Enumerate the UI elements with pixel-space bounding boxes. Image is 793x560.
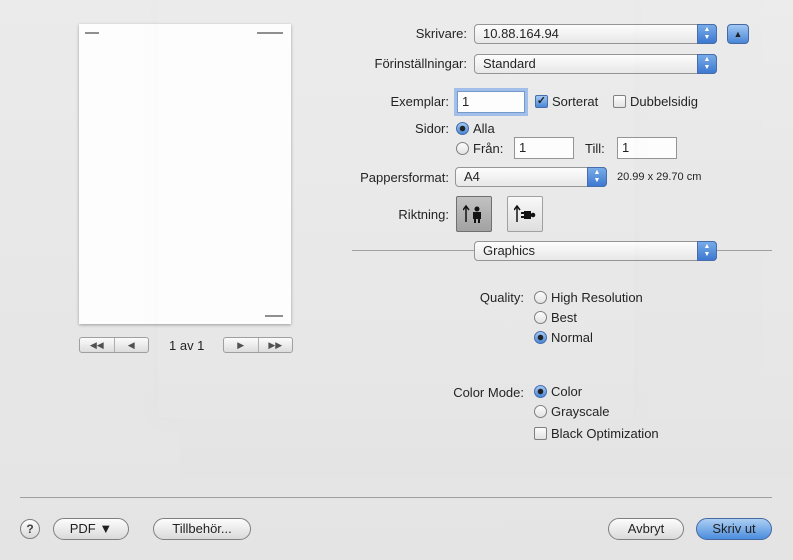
duplex-checkbox[interactable] [613,95,626,108]
preview-footer [265,315,283,317]
popup-arrows-icon: ▲ ▼ [697,24,717,44]
next-page-icon[interactable]: ▶ [224,338,258,352]
color-mode-color-radio[interactable] [534,385,547,398]
paper-size-popup[interactable]: A4 ▲ ▼ [455,167,607,187]
popup-arrows-icon: ▲ ▼ [697,54,717,74]
pages-to-label: Till: [585,141,605,156]
accessories-button[interactable]: Tillbehör... [153,518,251,540]
pages-from-field[interactable]: 1 [514,137,574,159]
collated-checkbox[interactable]: ✓ [535,95,548,108]
printer-label: Skrivare: [415,26,467,41]
color-mode-color-label: Color [551,384,583,399]
section-value: Graphics [483,243,536,258]
paper-size-value: A4 [464,169,480,184]
quality-best-label: Best [551,310,578,325]
collapse-details-button[interactable]: ▲ [727,24,749,44]
print-button[interactable]: Skriv ut [696,518,772,540]
cancel-button[interactable]: Avbryt [608,518,684,540]
landscape-button[interactable] [507,196,543,232]
quality-high-resolution-radio[interactable] [534,291,547,304]
color-mode-grayscale-label: Grayscale [551,404,610,419]
landscape-icon [514,204,536,222]
printer-popup[interactable]: 10.88.164.94 ▲ ▼ [474,24,717,44]
orientation-label: Riktning: [398,207,449,222]
preview-header-left [85,32,99,34]
quality-normal-label: Normal [551,330,593,345]
color-mode-label: Color Mode: [453,385,524,400]
duplex-label: Dubbelsidig [630,94,698,109]
pages-label: Sidor: [415,121,449,136]
preview-header-right [257,32,283,34]
presets-value: Standard [483,56,536,71]
presets-popup[interactable]: Standard ▲ ▼ [474,54,717,74]
copies-field[interactable]: 1 [457,91,525,113]
quality-high-resolution-label: High Resolution [551,290,643,305]
portrait-icon [463,204,481,223]
paper-dimensions: 20.99 x 29.70 cm [617,171,702,183]
preview-nav-back: ◀◀ ◀ [79,337,149,353]
pages-from-label: Från: [473,141,504,156]
color-mode-grayscale-radio[interactable] [534,405,547,418]
triangle-up-icon: ▲ [733,29,743,39]
first-page-icon[interactable]: ◀◀ [80,338,114,352]
page-preview [79,24,291,324]
pdf-menu-button[interactable]: PDF ▼ [53,518,129,540]
page-indicator: 1 av 1 [169,338,205,353]
pages-from-radio[interactable] [456,142,469,155]
print-dialog-sheet: ◀◀ ◀ 1 av 1 ▶ ▶▶ Skrivare: 10.88.164.94 … [0,0,793,560]
copies-label: Exemplar: [390,94,449,109]
collated-label: Sorterat [552,94,599,109]
popup-arrows-icon: ▲ ▼ [587,167,607,187]
black-optimization-label: Black Optimization [551,426,659,441]
preview-nav-forward: ▶ ▶▶ [223,337,293,353]
last-page-icon[interactable]: ▶▶ [257,338,293,352]
popup-arrows-icon: ▲ ▼ [697,241,717,261]
footer-separator [20,497,772,498]
quality-label: Quality: [479,290,524,305]
portrait-button[interactable] [456,196,492,232]
quality-best-radio[interactable] [534,311,547,324]
quality-normal-radio[interactable] [534,331,547,344]
printer-value: 10.88.164.94 [483,26,559,41]
pages-all-radio[interactable] [456,122,469,135]
pages-to-field[interactable]: 1 [617,137,677,159]
section-popup[interactable]: Graphics ▲ ▼ [474,241,717,261]
paper-size-label: Pappersformat: [360,170,449,185]
help-button[interactable]: ? [20,519,40,539]
prev-page-icon[interactable]: ◀ [113,338,149,352]
pages-all-label: Alla [473,121,495,136]
black-optimization-checkbox[interactable] [534,427,547,440]
presets-label: Förinställningar: [374,56,468,71]
